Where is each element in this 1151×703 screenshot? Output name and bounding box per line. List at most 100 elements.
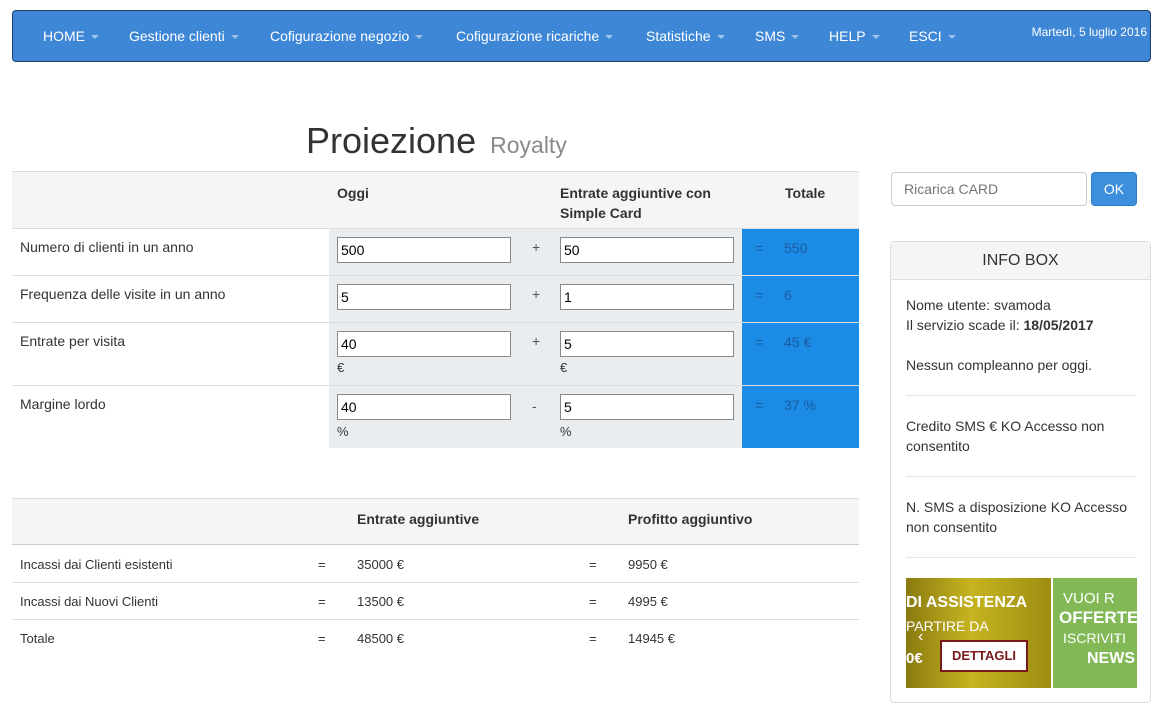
today-clients-input[interactable] [337, 237, 511, 263]
details-button[interactable]: DETTAGLI [940, 640, 1028, 672]
revenue-value: 48500 € [357, 631, 404, 646]
header-extra-profit: Profitto aggiuntivo [628, 511, 753, 527]
equals-sign: = [589, 557, 597, 572]
projection-row-clients: = 550 Numero di clienti in un anno + [12, 228, 859, 275]
header-today: Oggi [337, 185, 369, 201]
summary-table-header: Entrate aggiuntive Profitto aggiuntivo [12, 498, 859, 545]
nav-home[interactable]: HOME [43, 28, 99, 44]
equals-sign: = [755, 287, 764, 303]
info-box-title: INFO BOX [891, 242, 1150, 280]
equals-sign: = [755, 334, 764, 350]
extra-frequency-input[interactable] [560, 284, 734, 310]
divider [906, 557, 1136, 558]
summary-row-new: Incassi dai Nuovi Clienti = 13500 € = 49… [12, 583, 859, 620]
expiry-date: 18/05/2017 [1023, 317, 1094, 333]
nav-statistiche[interactable]: Statistiche [646, 28, 725, 44]
extra-margin-input[interactable] [560, 394, 734, 420]
operator-sign: + [532, 286, 541, 302]
nav-esci[interactable]: ESCI [909, 28, 956, 44]
projection-row-margin: = 37 % Margine lordo % - % [12, 385, 859, 448]
today-revenue-input[interactable] [337, 331, 511, 357]
revenue-value: 13500 € [357, 594, 404, 609]
chevron-down-icon [791, 35, 800, 40]
nav-sms[interactable]: SMS [755, 28, 800, 44]
total-value: 37 % [784, 397, 816, 413]
profit-value: 9950 € [628, 557, 668, 572]
equals-sign: = [755, 240, 764, 256]
row-label: Incassi dai Clienti esistenti [20, 557, 173, 572]
newsletter-banner[interactable]: VUOI R OFFERTE ISCRIVITI NEWS › [1053, 578, 1137, 688]
header-extra-revenue: Entrate aggiuntive [357, 511, 480, 527]
nav-home-label: HOME [43, 28, 85, 44]
today-margin-input[interactable] [337, 394, 511, 420]
nav-gestione-clienti[interactable]: Gestione clienti [129, 28, 239, 44]
nav-statistiche-label: Statistiche [646, 28, 711, 44]
unit-label: € [337, 360, 345, 375]
revenue-value: 35000 € [357, 557, 404, 572]
user-line: Nome utente: svamoda [906, 297, 1051, 313]
chevron-down-icon [605, 35, 614, 40]
ok-button[interactable]: OK [1091, 172, 1137, 206]
divider [906, 476, 1136, 477]
operator-sign: + [532, 239, 541, 255]
total-cell: = 45 € [742, 323, 859, 385]
summary-row-existing: Incassi dai Clienti esistenti = 35000 € … [12, 546, 859, 583]
equals-sign: = [318, 557, 326, 572]
unit-label: % [560, 424, 572, 439]
nav-configurazione-negozio[interactable]: Cofigurazione negozio [270, 28, 424, 44]
top-navbar: HOME Gestione clienti Cofigurazione nego… [12, 10, 1151, 62]
birthday-message: Nessun compleanno per oggi. [906, 357, 1093, 373]
profit-value: 14945 € [628, 631, 675, 646]
banner-title: DI ASSISTENZA [906, 594, 1028, 611]
banner-line: VUOI R [1063, 590, 1115, 607]
profit-value: 4995 € [628, 594, 668, 609]
total-value: 6 [784, 287, 792, 303]
operator-sign: - [532, 398, 537, 414]
extra-revenue-input[interactable] [560, 331, 734, 357]
page-title: Proiezione Royalty [306, 120, 567, 162]
equals-sign: = [755, 397, 764, 413]
chevron-down-icon [716, 35, 725, 40]
nav-help-label: HELP [829, 28, 866, 44]
chevron-down-icon [91, 35, 99, 40]
recharge-card-input[interactable] [891, 172, 1087, 206]
projection-table-header: Oggi Entrate aggiuntive con Simple Card … [12, 171, 859, 228]
chevron-down-icon [947, 35, 956, 40]
page-title-main: Proiezione [306, 120, 477, 161]
projection-table: Oggi Entrate aggiuntive con Simple Card … [12, 171, 859, 448]
projection-row-frequency: = 6 Frequenza delle visite in un anno + [12, 275, 859, 322]
sms-credit: Credito SMS € KO Accesso non consentito [906, 418, 1105, 454]
carousel-next-icon[interactable]: › [1115, 630, 1120, 646]
row-label: Frequenza delle visite in un anno [20, 286, 226, 302]
total-value: 550 [784, 240, 808, 256]
chevron-down-icon [415, 35, 424, 40]
total-cell: = 550 [742, 229, 859, 275]
row-label: Incassi dai Nuovi Clienti [20, 594, 159, 609]
header-extra-line1: Entrate aggiuntive con [560, 185, 711, 201]
extra-clients-input[interactable] [560, 237, 734, 263]
current-date: Martedì, 5 luglio 2016 [1031, 25, 1147, 39]
nav-sms-label: SMS [755, 28, 786, 44]
chevron-down-icon [230, 35, 239, 40]
today-frequency-input[interactable] [337, 284, 511, 310]
projection-row-revenue-per-visit: = 45 € Entrate per visita € + € [12, 322, 859, 385]
row-label: Entrate per visita [20, 333, 126, 349]
nav-esci-label: ESCI [909, 28, 942, 44]
nav-gestione-clienti-label: Gestione clienti [129, 28, 225, 44]
banner-line: NEWS [1087, 650, 1135, 667]
header-extra: Entrate aggiuntive con Simple Card [560, 183, 711, 223]
nav-help[interactable]: HELP [829, 28, 880, 44]
equals-sign: = [318, 594, 326, 609]
row-label: Margine lordo [20, 396, 106, 412]
header-extra-line2: Simple Card [560, 205, 642, 221]
chevron-down-icon [871, 35, 880, 40]
nav-configurazione-ricariche-label: Cofigurazione ricariche [456, 28, 600, 44]
divider [906, 395, 1136, 396]
sms-available: N. SMS a disposizione KO Accesso non con… [906, 499, 1127, 535]
carousel-prev-icon[interactable]: ‹ [918, 628, 923, 646]
nav-configurazione-ricariche[interactable]: Cofigurazione ricariche [456, 28, 614, 44]
header-total: Totale [785, 185, 826, 201]
assistance-banner[interactable]: DI ASSISTENZA PARTIRE DA 0€ ‹ DETTAGLI [906, 578, 1051, 688]
unit-label: € [560, 360, 568, 375]
operator-sign: + [532, 333, 541, 349]
